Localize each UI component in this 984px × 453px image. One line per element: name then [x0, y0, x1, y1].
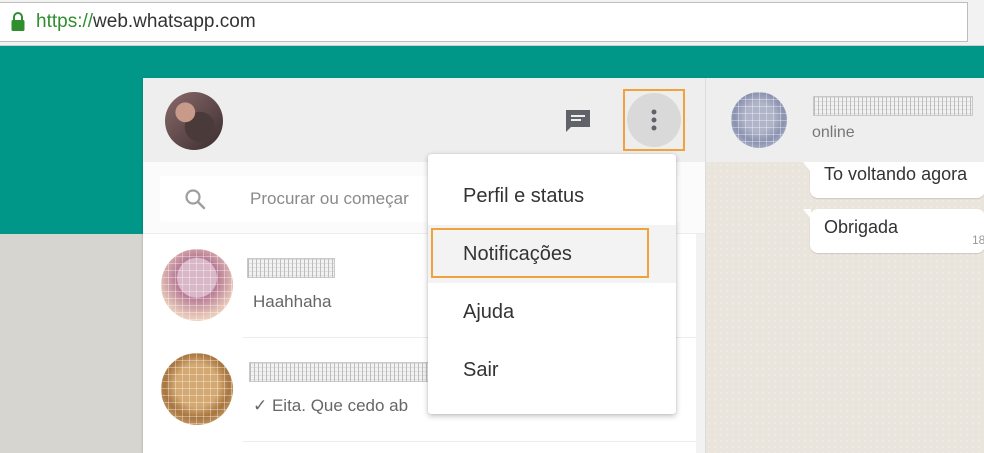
- chat-preview: Haahhaha: [253, 292, 332, 311]
- browser-address-bar: https://web.whatsapp.com: [0, 0, 984, 46]
- contact-avatar[interactable]: [731, 92, 787, 148]
- conversation-header[interactable]: online: [706, 78, 984, 162]
- contact-name-pixelated: [813, 96, 973, 116]
- options-dropdown-menu: Perfil e status Notificações Ajuda Sair: [428, 154, 676, 414]
- menu-dots-icon: [651, 109, 657, 131]
- chat-avatar: [161, 353, 233, 425]
- lock-icon: [11, 12, 25, 31]
- my-profile-avatar[interactable]: [165, 92, 223, 150]
- highlight-box: [431, 228, 649, 278]
- message-bubble: Obrigada 18: [803, 209, 984, 253]
- left-header: [143, 78, 705, 162]
- message-bubble: To voltando agora: [803, 162, 984, 198]
- message-text: To voltando agora: [824, 164, 968, 184]
- new-chat-icon[interactable]: [564, 108, 592, 134]
- chat-preview: ✓ Eita. Que cedo ab: [253, 396, 409, 415]
- message-time: 18: [972, 233, 984, 247]
- url-domain: web.whatsapp.com: [93, 11, 256, 32]
- menu-button-highlight[interactable]: [623, 89, 685, 151]
- message-text: Obrigada: [824, 217, 899, 237]
- menu-item-label: Sair: [463, 358, 499, 381]
- chat-avatar: [161, 249, 233, 321]
- menu-item-logout[interactable]: Sair: [428, 341, 676, 399]
- menu-button[interactable]: [627, 93, 681, 147]
- contact-status: online: [812, 124, 855, 141]
- chat-divider: [243, 441, 700, 442]
- url-scheme: https://: [36, 11, 94, 32]
- search-icon: [185, 189, 206, 210]
- menu-item-profile-status[interactable]: Perfil e status: [428, 167, 676, 225]
- menu-item-help[interactable]: Ajuda: [428, 283, 676, 341]
- chat-list-scrollbar[interactable]: [696, 234, 705, 453]
- chat-name-pixelated: [249, 362, 429, 382]
- menu-item-label: Perfil e status: [463, 184, 585, 207]
- menu-item-label: Ajuda: [463, 300, 515, 323]
- menu-item-notifications[interactable]: Notificações: [428, 225, 676, 283]
- right-pane: online To voltando agora Obrigada 18: [705, 78, 984, 453]
- chat-name-pixelated: [247, 258, 335, 278]
- conversation-panel: To voltando agora Obrigada 18: [706, 162, 984, 453]
- search-placeholder: Procurar ou começar: [250, 189, 409, 208]
- url-field[interactable]: https://web.whatsapp.com: [0, 2, 968, 42]
